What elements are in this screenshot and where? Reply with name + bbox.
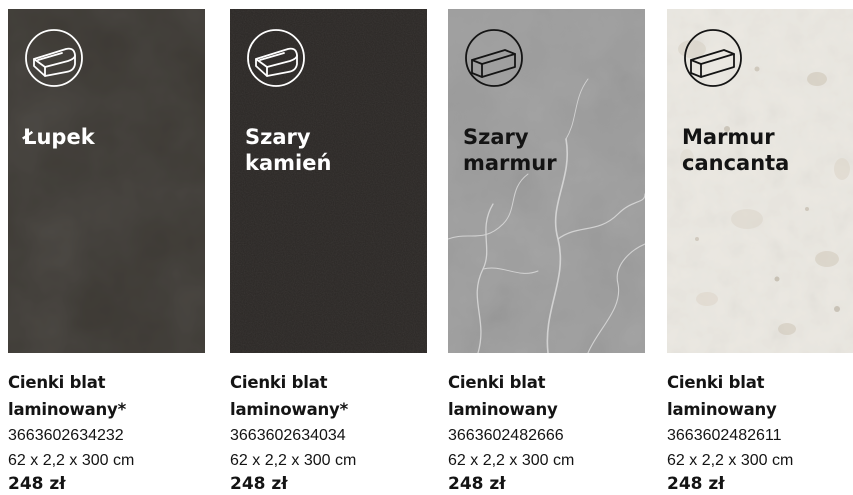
product-card[interactable]: Marmur cancanta Cienki blat laminowany 3…: [667, 0, 853, 494]
product-image-szary-marmur[interactable]: Szary marmur: [448, 9, 645, 353]
product-code: 3663602634034: [230, 427, 346, 444]
product-name[interactable]: Cienki blat laminowany*: [8, 369, 207, 423]
product-info: Cienki blat laminowany* 3663602634232 62…: [8, 369, 207, 495]
product-price: 248 zł: [8, 474, 66, 494]
tile-title: Marmur cancanta: [682, 125, 790, 175]
product-name[interactable]: Cienki blat laminowany*: [230, 369, 429, 423]
rounded-edge-countertop-icon: [25, 29, 83, 87]
product-code: 3663602634232: [8, 427, 124, 444]
square-edge-countertop-icon: [465, 29, 523, 87]
product-code: 3663602482611: [667, 427, 782, 444]
tile-title: Szary marmur: [463, 125, 557, 175]
product-image-marmur-cancanta[interactable]: Marmur cancanta: [667, 9, 853, 353]
product-price: 248 zł: [448, 474, 506, 494]
tile-title: Łupek: [23, 125, 95, 149]
product-name[interactable]: Cienki blat laminowany: [448, 369, 647, 423]
product-card[interactable]: Szary kamień Cienki blat laminowany* 366…: [230, 0, 429, 494]
product-card[interactable]: Szary marmur Cienki blat laminowany 3663…: [448, 0, 647, 494]
product-name[interactable]: Cienki blat laminowany: [667, 369, 853, 423]
product-card[interactable]: Łupek Cienki blat laminowany* 3663602634…: [8, 0, 207, 494]
product-price: 248 zł: [667, 474, 725, 494]
product-image-szary-kamien[interactable]: Szary kamień: [230, 9, 427, 353]
product-dimensions: 62 x 2,2 x 300 cm: [230, 452, 357, 469]
product-code: 3663602482666: [448, 427, 564, 444]
rounded-edge-countertop-icon: [247, 29, 305, 87]
product-dimensions: 62 x 2,2 x 300 cm: [448, 452, 575, 469]
product-info: Cienki blat laminowany 3663602482611 62 …: [667, 369, 853, 495]
product-dimensions: 62 x 2,2 x 300 cm: [8, 452, 135, 469]
square-edge-countertop-icon: [684, 29, 742, 87]
tile-title: Szary kamień: [245, 125, 332, 175]
product-info: Cienki blat laminowany 3663602482666 62 …: [448, 369, 647, 495]
product-image-lupek[interactable]: Łupek: [8, 9, 205, 353]
product-info: Cienki blat laminowany* 3663602634034 62…: [230, 369, 429, 495]
product-dimensions: 62 x 2,2 x 300 cm: [667, 452, 794, 469]
product-price: 248 zł: [230, 474, 288, 494]
